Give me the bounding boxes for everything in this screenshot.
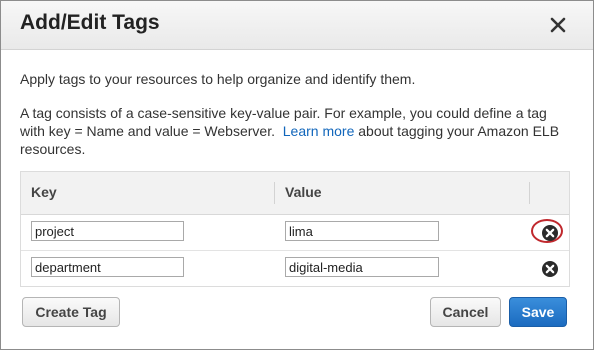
tag-description: A tag consists of a case-sensitive key-v… [20,104,575,158]
remove-tag-button[interactable] [541,224,559,242]
dialog-header: Add/Edit Tags [1,1,593,50]
remove-circle-icon [542,225,558,241]
close-button[interactable] [546,13,570,37]
cancel-button[interactable]: Cancel [430,297,501,327]
dialog-title: Add/Edit Tags [20,11,160,34]
tag-value-input[interactable] [285,221,439,241]
value-column-header: Value [285,184,322,200]
column-divider [529,182,530,204]
tag-key-input[interactable] [31,221,184,241]
intro-text: Apply tags to your resources to help org… [20,71,416,87]
table-row [21,250,569,286]
remove-circle-icon [542,261,558,277]
learn-more-link[interactable]: Learn more [283,123,355,139]
column-divider [274,182,275,204]
table-header: Key Value [21,172,569,215]
add-edit-tags-dialog: Add/Edit Tags Apply tags to your resourc… [0,0,594,350]
table-row [21,214,569,251]
create-tag-button[interactable]: Create Tag [22,297,120,327]
save-button[interactable]: Save [509,297,567,327]
tag-key-input[interactable] [31,257,184,277]
tag-value-input[interactable] [285,257,439,277]
close-icon [550,17,566,33]
tags-table: Key Value [20,171,570,287]
remove-tag-button[interactable] [541,260,559,278]
key-column-header: Key [31,184,57,200]
